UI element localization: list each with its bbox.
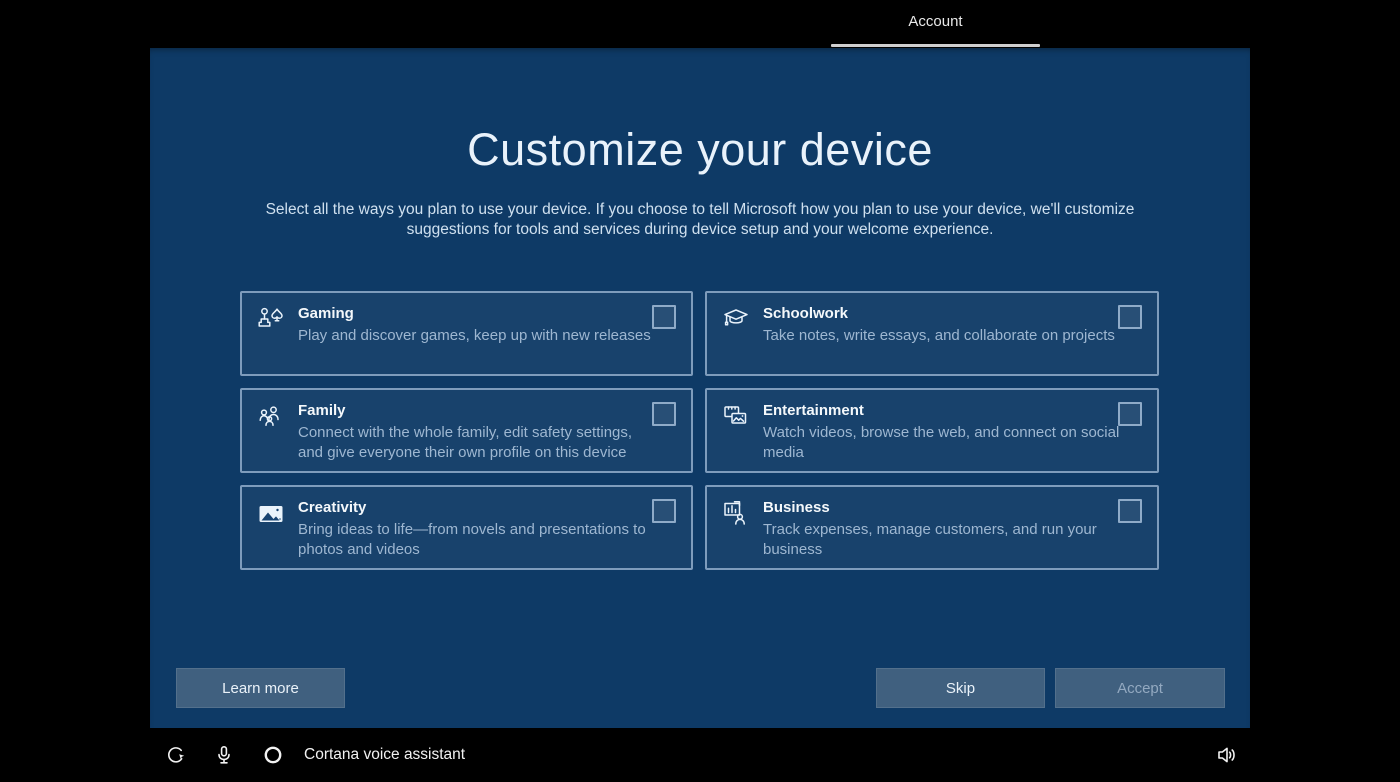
card-gaming[interactable]: Gaming Play and discover games, keep up … — [240, 291, 693, 376]
top-bar: Account — [0, 0, 1400, 48]
card-title: Entertainment — [763, 402, 864, 419]
cortana-circle-icon — [260, 728, 286, 782]
card-description: Play and discover games, keep up with ne… — [298, 326, 656, 346]
card-entertainment[interactable]: Entertainment Watch videos, browse the w… — [705, 388, 1159, 473]
card-description: Connect with the whole family, edit safe… — [298, 423, 656, 463]
volume-icon[interactable] — [1212, 728, 1242, 782]
bottom-bar: Cortana voice assistant — [0, 728, 1400, 782]
creativity-icon — [256, 499, 286, 529]
customize-device-panel: Customize your device Select all the way… — [150, 48, 1250, 728]
ease-of-access-icon[interactable] — [163, 728, 189, 782]
card-title: Schoolwork — [763, 305, 848, 322]
gaming-icon — [256, 305, 286, 335]
entertainment-checkbox[interactable] — [1118, 402, 1142, 426]
active-tab-underline — [831, 44, 1040, 47]
creativity-checkbox[interactable] — [652, 499, 676, 523]
business-icon — [721, 499, 751, 529]
usage-options-grid: Gaming Play and discover games, keep up … — [240, 291, 1159, 570]
card-description: Take notes, write essays, and collaborat… — [763, 326, 1121, 346]
card-description: Watch videos, browse the web, and connec… — [763, 423, 1121, 463]
schoolwork-checkbox[interactable] — [1118, 305, 1142, 329]
family-checkbox[interactable] — [652, 402, 676, 426]
schoolwork-icon — [721, 305, 751, 335]
microphone-icon[interactable] — [211, 728, 237, 782]
family-icon — [256, 402, 286, 432]
card-business[interactable]: Business Track expenses, manage customer… — [705, 485, 1159, 570]
card-title: Family — [298, 402, 346, 419]
card-description: Track expenses, manage customers, and ru… — [763, 520, 1121, 560]
cortana-label: Cortana voice assistant — [304, 728, 465, 782]
tab-account[interactable]: Account — [831, 10, 1040, 36]
oobe-screen: Account Customize your device Select all… — [0, 0, 1400, 782]
card-title: Creativity — [298, 499, 366, 516]
page-title: Customize your device — [150, 120, 1250, 180]
skip-button[interactable]: Skip — [876, 668, 1045, 708]
card-schoolwork[interactable]: Schoolwork Take notes, write essays, and… — [705, 291, 1159, 376]
card-description: Bring ideas to life—from novels and pres… — [298, 520, 656, 560]
card-family[interactable]: Family Connect with the whole family, ed… — [240, 388, 693, 473]
learn-more-button[interactable]: Learn more — [176, 668, 345, 708]
page-subtitle: Select all the ways you plan to use your… — [260, 200, 1140, 240]
entertainment-icon — [721, 402, 751, 432]
card-title: Gaming — [298, 305, 354, 322]
business-checkbox[interactable] — [1118, 499, 1142, 523]
gaming-checkbox[interactable] — [652, 305, 676, 329]
card-title: Business — [763, 499, 830, 516]
accept-button[interactable]: Accept — [1055, 668, 1225, 708]
card-creativity[interactable]: Creativity Bring ideas to life—from nove… — [240, 485, 693, 570]
